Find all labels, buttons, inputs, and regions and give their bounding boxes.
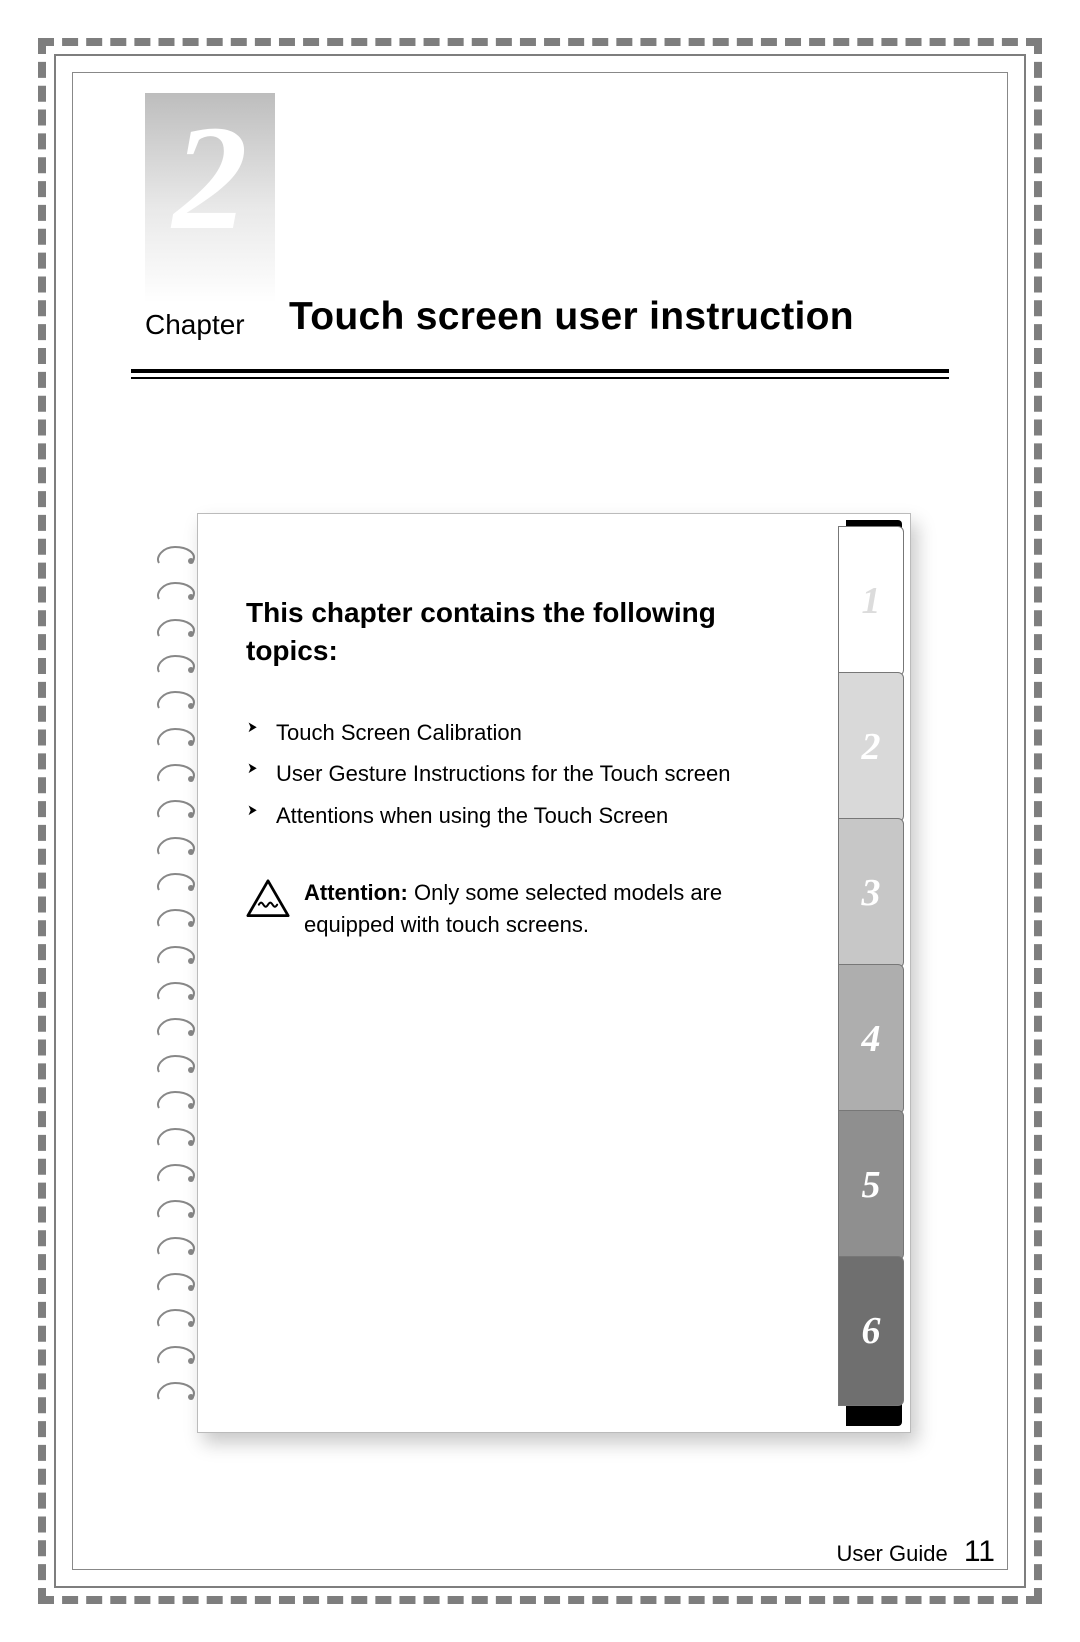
notebook-content: This chapter contains the following topi…: [198, 514, 910, 1432]
spiral-ring-icon: [153, 1270, 197, 1294]
chapter-label: Chapter: [145, 309, 245, 341]
spiral-ring-icon: [153, 870, 197, 894]
topic-item: Attentions when using the Touch Screen: [246, 795, 790, 837]
chapter-rule: [131, 369, 949, 373]
spiral-ring-icon: [153, 1015, 197, 1039]
spiral-ring-icon: [153, 1379, 197, 1403]
notebook-page: 1 2 3 4 5 6 This chapter contains the fo…: [197, 513, 911, 1433]
page-number: 11: [964, 1535, 995, 1568]
spiral-ring-icon: [153, 1343, 197, 1367]
spiral-ring-icon: [153, 979, 197, 1003]
chapter-title: Touch screen user instruction: [289, 295, 854, 339]
spiral-ring-icon: [153, 688, 197, 712]
page-footer: User Guide 11: [836, 1535, 995, 1569]
spiral-ring-icon: [153, 906, 197, 930]
notebook-card: 1 2 3 4 5 6 This chapter contains the fo…: [171, 513, 911, 1433]
chapter-heading-block: 2 Chapter Touch screen user instruction: [131, 133, 949, 393]
spiral-ring-icon: [153, 725, 197, 749]
spiral-ring-icon: [153, 579, 197, 603]
spiral-ring-icon: [153, 761, 197, 785]
spiral-ring-icon: [153, 943, 197, 967]
spiral-ring-icon: [153, 1197, 197, 1221]
topic-item: User Gesture Instructions for the Touch …: [246, 753, 790, 795]
spiral-ring-icon: [153, 1234, 197, 1258]
page-content: 2 Chapter Touch screen user instruction: [73, 73, 1007, 1569]
attention-label: Attention:: [304, 880, 408, 905]
chapter-number-box: 2: [145, 93, 275, 303]
spiral-ring-icon: [153, 1052, 197, 1076]
spiral-ring-icon: [153, 1306, 197, 1330]
spiral-ring-icon: [153, 616, 197, 640]
spiral-ring-icon: [153, 1125, 197, 1149]
spiral-ring-icon: [153, 1161, 197, 1185]
footer-label: User Guide: [836, 1541, 947, 1566]
spiral-ring-icon: [153, 797, 197, 821]
attention-text: Attention: Only some selected models are…: [304, 877, 790, 941]
spiral-ring-icon: [153, 834, 197, 858]
spiral-ring-icon: [153, 543, 197, 567]
chapter-number: 2: [145, 103, 275, 253]
spiral-binding: [153, 543, 199, 1403]
chapter-intro-heading: This chapter contains the following topi…: [246, 594, 790, 670]
attention-note: Attention: Only some selected models are…: [246, 877, 790, 941]
spiral-ring-icon: [153, 652, 197, 676]
spiral-ring-icon: [153, 1088, 197, 1112]
attention-icon: [246, 879, 290, 918]
topics-list: Touch Screen Calibration User Gesture In…: [246, 712, 790, 837]
topic-item: Touch Screen Calibration: [246, 712, 790, 754]
